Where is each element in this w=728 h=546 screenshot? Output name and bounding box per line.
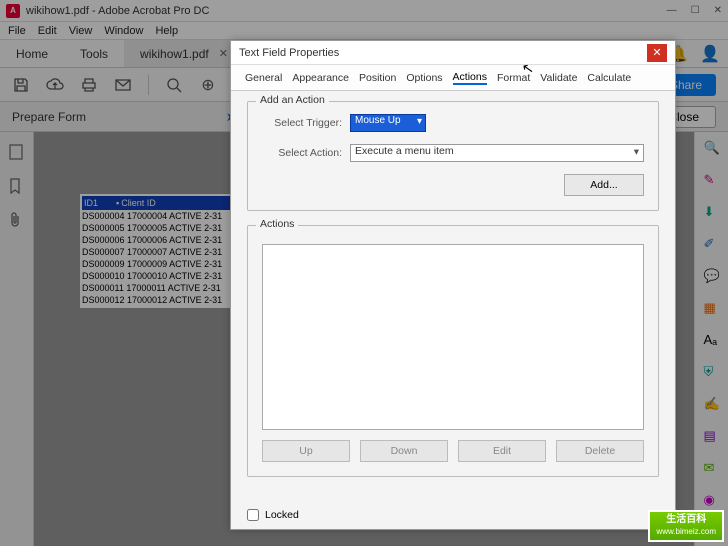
thumbnails-icon[interactable] xyxy=(9,144,25,160)
locked-checkbox[interactable] xyxy=(247,509,259,521)
tab-validate[interactable]: Validate xyxy=(540,72,577,84)
bookmark-rail-icon[interactable] xyxy=(9,178,25,194)
actions-listbox[interactable] xyxy=(262,244,644,430)
rt-organize-icon[interactable]: ▦ xyxy=(704,300,720,316)
signin-icon[interactable]: 👤 xyxy=(700,44,720,64)
text-field-properties-dialog: Text Field Properties ✕ General Appearan… xyxy=(230,40,676,530)
rt-export-icon[interactable]: ⬇ xyxy=(704,204,720,220)
zoom-icon[interactable] xyxy=(165,76,183,94)
menu-help[interactable]: Help xyxy=(155,25,178,37)
down-button[interactable]: Down xyxy=(360,440,448,462)
email-icon[interactable] xyxy=(114,76,132,94)
select-action-dropdown[interactable]: Execute a menu item xyxy=(350,144,644,162)
tab-tools[interactable]: Tools xyxy=(64,40,124,67)
rt-comment-icon[interactable]: 💬 xyxy=(704,268,720,284)
maximize-icon[interactable]: ☐ xyxy=(691,5,700,16)
rt-protect-icon[interactable]: ⛨ xyxy=(704,364,720,380)
tab-document-label: wikihow1.pdf xyxy=(140,47,209,61)
tab-document[interactable]: wikihow1.pdf ✕ xyxy=(124,40,245,67)
toolbar-separator xyxy=(148,75,149,95)
rt-create-icon[interactable]: ✎ xyxy=(704,172,720,188)
page-up-icon[interactable]: ⊕ xyxy=(199,76,217,94)
cloud-icon[interactable] xyxy=(46,76,64,94)
add-button[interactable]: Add... xyxy=(564,174,644,196)
menubar: File Edit View Window Help xyxy=(0,22,728,40)
edit-button[interactable]: Edit xyxy=(458,440,546,462)
right-rail: 🔍 ✎ ⬇ ✐ 💬 ▦ Aₐ ⛨ ✍ ▤ ✉ ◉ xyxy=(694,132,728,546)
up-button[interactable]: Up xyxy=(262,440,350,462)
rt-send-icon[interactable]: ✉ xyxy=(704,460,720,476)
tab-position[interactable]: Position xyxy=(359,72,396,84)
rt-form-icon[interactable]: ▤ xyxy=(704,428,720,444)
watermark: 生活百科 www.bimeiz.com xyxy=(648,510,724,542)
tab-calculate[interactable]: Calculate xyxy=(587,72,631,84)
handle-icon: ▪ xyxy=(116,197,119,209)
menu-file[interactable]: File xyxy=(8,25,26,37)
window-title: wikihow1.pdf - Adobe Acrobat Pro DC xyxy=(26,5,667,17)
tab-home[interactable]: Home xyxy=(0,40,64,67)
print-icon[interactable] xyxy=(80,76,98,94)
actions-legend: Actions xyxy=(256,218,298,230)
attachment-icon[interactable] xyxy=(9,212,25,228)
tab-options[interactable]: Options xyxy=(406,72,442,84)
close-icon[interactable]: ✕ xyxy=(714,5,722,16)
add-action-group: Add an Action Select Trigger: Mouse Up S… xyxy=(247,101,659,211)
save-icon[interactable] xyxy=(12,76,30,94)
menu-edit[interactable]: Edit xyxy=(38,25,57,37)
actions-group: Actions Up Down Edit Delete xyxy=(247,225,659,477)
dialog-close-icon[interactable]: ✕ xyxy=(647,44,667,62)
locked-row: Locked xyxy=(231,501,675,529)
tab-close-icon[interactable]: ✕ xyxy=(219,47,228,60)
rt-track-icon[interactable]: ◉ xyxy=(704,492,720,508)
delete-button[interactable]: Delete xyxy=(556,440,644,462)
col-id1: ID1 xyxy=(84,197,114,209)
window-controls: — ☐ ✕ xyxy=(667,5,722,16)
pdf-file-icon: A xyxy=(6,4,20,18)
select-trigger-dropdown[interactable]: Mouse Up xyxy=(350,114,426,132)
tab-actions[interactable]: Actions xyxy=(453,71,487,85)
left-rail xyxy=(0,132,34,546)
dialog-body: Add an Action Select Trigger: Mouse Up S… xyxy=(231,91,675,501)
titlebar: A wikihow1.pdf - Adobe Acrobat Pro DC — … xyxy=(0,0,728,22)
dialog-titlebar[interactable]: Text Field Properties ✕ xyxy=(231,41,675,65)
dialog-tabs: General Appearance Position Options Acti… xyxy=(231,65,675,91)
tab-general[interactable]: General xyxy=(245,72,282,84)
watermark-line1: 生活百科 xyxy=(656,514,716,526)
minimize-icon[interactable]: — xyxy=(667,5,677,16)
rt-fill-icon[interactable]: ✍ xyxy=(704,396,720,412)
dialog-title: Text Field Properties xyxy=(239,47,339,59)
context-title: Prepare Form xyxy=(12,110,86,124)
add-action-legend: Add an Action xyxy=(256,94,329,106)
locked-label: Locked xyxy=(265,509,299,521)
rt-enhance-icon[interactable]: Aₐ xyxy=(704,332,720,348)
menu-view[interactable]: View xyxy=(69,25,93,37)
select-trigger-label: Select Trigger: xyxy=(262,117,342,129)
menu-window[interactable]: Window xyxy=(104,25,143,37)
select-action-label: Select Action: xyxy=(262,147,342,159)
watermark-line2: www.bimeiz.com xyxy=(656,526,716,538)
rt-edit-icon[interactable]: ✐ xyxy=(704,236,720,252)
rt-search-icon[interactable]: 🔍 xyxy=(704,140,720,156)
tab-appearance[interactable]: Appearance xyxy=(292,72,349,84)
